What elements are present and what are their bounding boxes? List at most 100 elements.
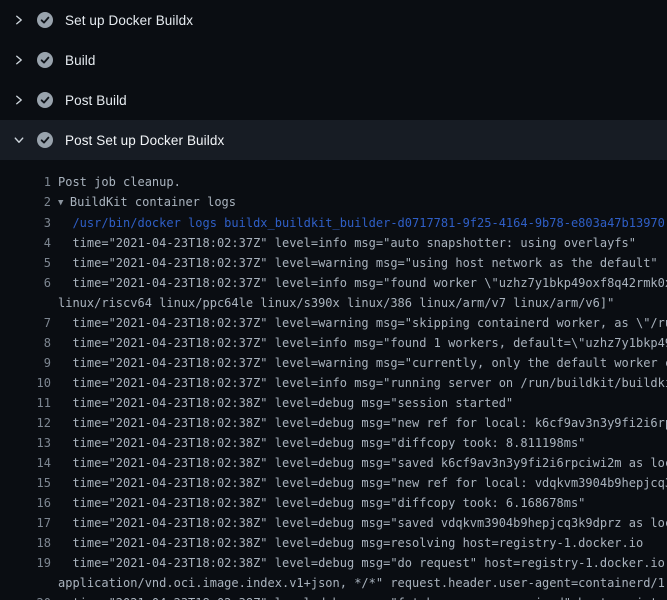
log-line[interactable]: 4 time="2021-04-23T18:02:37Z" level=info… — [0, 233, 667, 253]
log-line-text: linux/riscv64 linux/ppc64le linux/s390x … — [51, 293, 614, 313]
step-label: Post Build — [65, 93, 127, 108]
log-text: time="2021-04-23T18:02:38Z" level=debug … — [58, 496, 585, 510]
log-line-number[interactable]: 13 — [0, 433, 51, 453]
log-line[interactable]: 3 /usr/bin/docker logs buildx_buildkit_b… — [0, 213, 667, 233]
log-line-number[interactable]: 7 — [0, 313, 51, 333]
log-line-text: time="2021-04-23T18:02:38Z" level=debug … — [51, 453, 667, 473]
log-output: 1 Post job cleanup. 2 ▼ BuildKit contain… — [0, 160, 667, 600]
log-text: time="2021-04-23T18:02:37Z" level=info m… — [58, 376, 667, 390]
log-text: time="2021-04-23T18:02:38Z" level=debug … — [58, 456, 667, 470]
log-line[interactable]: 6 time="2021-04-23T18:02:37Z" level=info… — [0, 273, 667, 293]
step-label: Build — [65, 53, 96, 68]
log-line-text: time="2021-04-23T18:02:38Z" level=debug … — [51, 553, 667, 573]
log-line[interactable]: 16 time="2021-04-23T18:02:38Z" level=deb… — [0, 493, 667, 513]
log-text: time="2021-04-23T18:02:38Z" level=debug … — [58, 556, 667, 570]
log-line[interactable]: 7 time="2021-04-23T18:02:37Z" level=warn… — [0, 313, 667, 333]
log-line[interactable]: 9 time="2021-04-23T18:02:37Z" level=warn… — [0, 353, 667, 373]
log-line-text: time="2021-04-23T18:02:38Z" level=debug … — [51, 493, 585, 513]
log-line-text: time="2021-04-23T18:02:38Z" level=debug … — [51, 513, 667, 533]
log-line-text: time="2021-04-23T18:02:37Z" level=info m… — [51, 333, 667, 353]
step-row-post-build[interactable]: Post Build — [0, 80, 667, 120]
log-line-text: time="2021-04-23T18:02:37Z" level=info m… — [51, 233, 636, 253]
log-line-text: time="2021-04-23T18:02:38Z" level=debug … — [51, 593, 667, 600]
log-text: time="2021-04-23T18:02:37Z" level=info m… — [58, 236, 636, 250]
log-text: time="2021-04-23T18:02:38Z" level=debug … — [58, 536, 643, 550]
check-circle-icon — [37, 92, 53, 108]
log-line-number[interactable]: 6 — [0, 273, 51, 293]
log-line-number[interactable]: 19 — [0, 553, 51, 573]
log-text: application/vnd.oci.image.index.v1+json,… — [58, 576, 667, 590]
step-row-set-up-docker-buildx[interactable]: Set up Docker Buildx — [0, 0, 667, 40]
log-line-number[interactable]: 15 — [0, 473, 51, 493]
log-line-number[interactable]: 20 — [0, 593, 51, 600]
log-line-number[interactable] — [0, 293, 51, 313]
chevron-down-icon[interactable] — [13, 134, 25, 146]
chevron-right-icon[interactable] — [13, 14, 25, 26]
log-line-number[interactable]: 10 — [0, 373, 51, 393]
log-line[interactable]: 17 time="2021-04-23T18:02:38Z" level=deb… — [0, 513, 667, 533]
check-circle-icon — [37, 52, 53, 68]
log-line-number[interactable]: 17 — [0, 513, 51, 533]
check-circle-icon — [37, 132, 53, 148]
chevron-right-icon[interactable] — [13, 94, 25, 106]
step-label: Set up Docker Buildx — [65, 13, 193, 28]
log-line-number[interactable]: 9 — [0, 353, 51, 373]
step-label: Post Set up Docker Buildx — [65, 133, 224, 148]
log-text: BuildKit container logs — [70, 195, 236, 209]
log-line[interactable]: 8 time="2021-04-23T18:02:37Z" level=info… — [0, 333, 667, 353]
step-row-build[interactable]: Build — [0, 40, 667, 80]
log-line-text: time="2021-04-23T18:02:38Z" level=debug … — [51, 433, 585, 453]
log-line-number[interactable]: 3 — [0, 213, 51, 233]
log-text: time="2021-04-23T18:02:38Z" level=debug … — [58, 476, 667, 490]
log-line-text: time="2021-04-23T18:02:38Z" level=debug … — [51, 533, 643, 553]
log-line[interactable]: 13 time="2021-04-23T18:02:38Z" level=deb… — [0, 433, 667, 453]
log-line[interactable]: 5 time="2021-04-23T18:02:37Z" level=warn… — [0, 253, 667, 273]
group-collapse-triangle-icon[interactable]: ▼ — [58, 198, 69, 208]
log-text: time="2021-04-23T18:02:37Z" level=info m… — [58, 336, 667, 350]
log-text: linux/riscv64 linux/ppc64le linux/s390x … — [58, 296, 614, 310]
log-line[interactable]: 11 time="2021-04-23T18:02:38Z" level=deb… — [0, 393, 667, 413]
log-line-text: time="2021-04-23T18:02:37Z" level=info m… — [51, 373, 667, 393]
log-line-number[interactable]: 8 — [0, 333, 51, 353]
log-line-number[interactable]: 1 — [0, 172, 51, 192]
log-line[interactable]: 15 time="2021-04-23T18:02:38Z" level=deb… — [0, 473, 667, 493]
log-line[interactable]: 19 time="2021-04-23T18:02:38Z" level=deb… — [0, 553, 667, 573]
log-line-number[interactable]: 12 — [0, 413, 51, 433]
log-line-text: ▼ BuildKit container logs — [51, 192, 236, 213]
log-line[interactable]: 1 Post job cleanup. — [0, 172, 667, 192]
chevron-right-icon[interactable] — [13, 54, 25, 66]
step-row-post-set-up-docker-buildx[interactable]: Post Set up Docker Buildx — [0, 120, 667, 160]
log-line-number[interactable]: 14 — [0, 453, 51, 473]
log-line[interactable]: 14 time="2021-04-23T18:02:38Z" level=deb… — [0, 453, 667, 473]
log-text: time="2021-04-23T18:02:37Z" level=warnin… — [58, 256, 658, 270]
log-line-number[interactable]: 18 — [0, 533, 51, 553]
log-line[interactable]: linux/riscv64 linux/ppc64le linux/s390x … — [0, 293, 667, 313]
actions-log-viewer: Set up Docker Buildx Build Post Bu — [0, 0, 667, 600]
log-line-number[interactable]: 11 — [0, 393, 51, 413]
log-line[interactable]: 2 ▼ BuildKit container logs — [0, 192, 667, 213]
log-text: time="2021-04-23T18:02:38Z" level=debug … — [58, 436, 585, 450]
log-line-text: /usr/bin/docker logs buildx_buildkit_bui… — [51, 213, 665, 233]
log-line[interactable]: 10 time="2021-04-23T18:02:37Z" level=inf… — [0, 373, 667, 393]
log-line-number[interactable]: 2 — [0, 192, 51, 213]
log-text: time="2021-04-23T18:02:37Z" level=warnin… — [58, 356, 667, 370]
log-text: time="2021-04-23T18:02:38Z" level=debug … — [58, 596, 667, 600]
log-line-number[interactable] — [0, 573, 51, 593]
log-line[interactable]: 20 time="2021-04-23T18:02:38Z" level=deb… — [0, 593, 667, 600]
log-line-number[interactable]: 4 — [0, 233, 51, 253]
log-text: /usr/bin/docker logs buildx_buildkit_bui… — [58, 216, 665, 230]
log-line-number[interactable]: 16 — [0, 493, 51, 513]
log-line-text: application/vnd.oci.image.index.v1+json,… — [51, 573, 667, 593]
check-circle-icon — [37, 12, 53, 28]
log-line[interactable]: application/vnd.oci.image.index.v1+json,… — [0, 573, 667, 593]
log-line-text: time="2021-04-23T18:02:37Z" level=warnin… — [51, 313, 667, 333]
log-line[interactable]: 12 time="2021-04-23T18:02:38Z" level=deb… — [0, 413, 667, 433]
log-line-text: time="2021-04-23T18:02:37Z" level=warnin… — [51, 253, 658, 273]
log-text: time="2021-04-23T18:02:38Z" level=debug … — [58, 396, 513, 410]
step-list: Set up Docker Buildx Build Post Bu — [0, 0, 667, 160]
log-text: time="2021-04-23T18:02:37Z" level=info m… — [58, 276, 667, 290]
log-line-number[interactable]: 5 — [0, 253, 51, 273]
log-line-text: time="2021-04-23T18:02:37Z" level=warnin… — [51, 353, 667, 373]
log-text: time="2021-04-23T18:02:37Z" level=warnin… — [58, 316, 667, 330]
log-line[interactable]: 18 time="2021-04-23T18:02:38Z" level=deb… — [0, 533, 667, 553]
